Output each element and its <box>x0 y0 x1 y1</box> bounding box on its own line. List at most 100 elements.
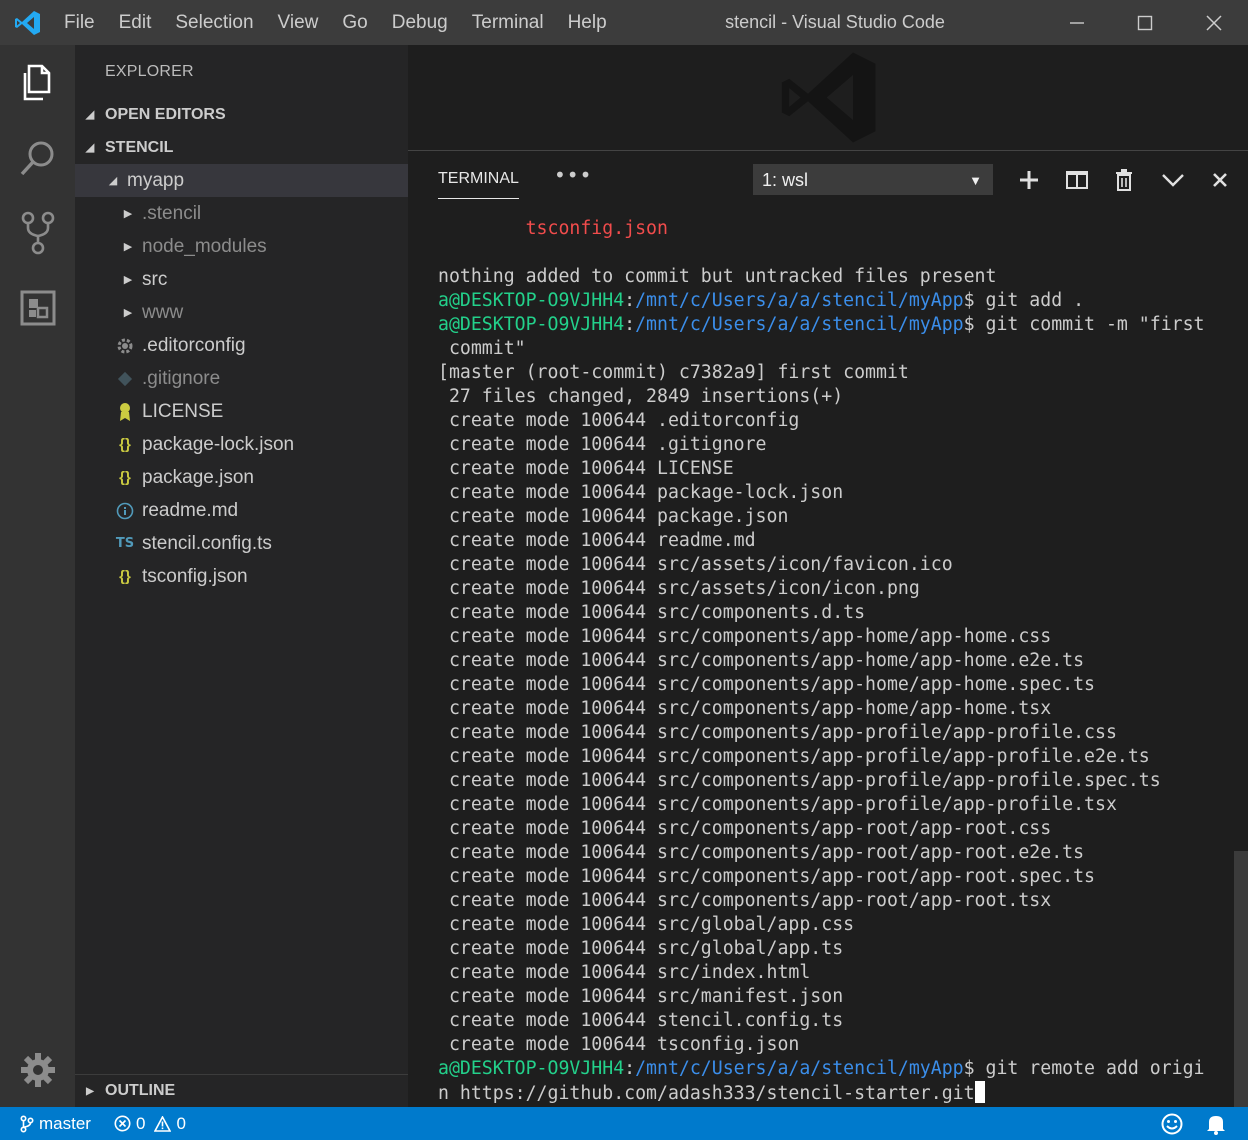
terminal-output[interactable]: tsconfig.json nothing added to commit but… <box>438 217 1228 1107</box>
tree-item-editorconfig[interactable]: .editorconfig <box>75 329 408 362</box>
search-icon <box>20 141 53 175</box>
tree-item-readme[interactable]: readme.md <box>75 494 408 527</box>
tree-item-node-modules[interactable]: ▶ node_modules <box>75 230 408 263</box>
status-bar: master 0 0 <box>0 1107 1248 1140</box>
tree-item-www[interactable]: ▶ www <box>75 296 408 329</box>
terminal-text: create mode 100644 src/components/app-ro… <box>438 818 1052 839</box>
tree-item-tsconfig[interactable]: {} tsconfig.json <box>75 560 408 593</box>
branch-name: master <box>39 1113 91 1133</box>
tree-item-package-lock[interactable]: {} package-lock.json <box>75 428 408 461</box>
prompt-user: a@DESKTOP-O9VJHH4 <box>438 314 625 335</box>
chevron-down-icon: ◢ <box>108 175 118 187</box>
menu-debug[interactable]: Debug <box>380 0 460 45</box>
split-icon <box>1066 170 1088 189</box>
prompt-path: /mnt/c/Users/a/a/stencil/myApp <box>635 314 964 335</box>
notifications-button[interactable] <box>1206 1107 1226 1140</box>
workspace-header[interactable]: ◢ STENCIL <box>75 131 408 164</box>
terminal-line: create mode 100644 src/components/app-ro… <box>438 865 1228 889</box>
split-terminal-button[interactable] <box>1062 164 1092 195</box>
problems-indicator[interactable]: 0 0 <box>114 1107 186 1140</box>
terminal-line: create mode 100644 package.json <box>438 505 1228 529</box>
terminal-scrollbar[interactable] <box>1234 851 1248 1107</box>
terminal-line: create mode 100644 src/components/app-ho… <box>438 673 1228 697</box>
tree-item-stencil-folder[interactable]: ▶ .stencil <box>75 197 408 230</box>
activity-extensions[interactable] <box>0 270 75 345</box>
tab-terminal[interactable]: TERMINAL <box>438 170 519 199</box>
terminal-text: create mode 100644 src/components/app-ho… <box>438 650 1085 671</box>
prompt-user: a@DESKTOP-O9VJHH4 <box>438 290 625 311</box>
title-bar: File Edit Selection View Go Debug Termin… <box>0 0 1248 45</box>
menu-bar: File Edit Selection View Go Debug Termin… <box>52 0 619 45</box>
menu-file[interactable]: File <box>52 0 107 45</box>
menu-edit[interactable]: Edit <box>107 0 164 45</box>
prompt-colon: : <box>624 1058 636 1079</box>
terminal-line: [master (root-commit) c7382a9] first com… <box>438 361 1228 385</box>
terminal-text: n https://github.com/adash333/stencil-st… <box>438 1083 975 1104</box>
tree-item-package-json[interactable]: {} package.json <box>75 461 408 494</box>
activity-search[interactable] <box>0 120 75 195</box>
menu-view[interactable]: View <box>266 0 331 45</box>
terminal-line: create mode 100644 stencil.config.ts <box>438 1009 1228 1033</box>
terminal-text: create mode 100644 src/manifest.json <box>438 986 844 1007</box>
maximize-panel-button[interactable] <box>1158 164 1188 195</box>
terminal-text: create mode 100644 src/components.d.ts <box>438 602 866 623</box>
typescript-icon: TS <box>115 536 135 551</box>
terminal-text: 27 files changed, 2849 insertions(+) <box>438 386 844 407</box>
activity-settings[interactable] <box>0 1032 75 1107</box>
maximize-button[interactable] <box>1111 0 1179 45</box>
tree-item-label: tsconfig.json <box>142 565 248 587</box>
command-text: git commit -m "first <box>974 314 1205 335</box>
tree-item-gitignore[interactable]: .gitignore <box>75 362 408 395</box>
terminal-select[interactable]: 1: wsl ▼ <box>753 164 993 195</box>
vscode-watermark-icon <box>781 52 876 143</box>
terminal-line: create mode 100644 src/index.html <box>438 961 1228 985</box>
chevron-right-icon: ▶ <box>123 307 133 319</box>
feedback-button[interactable] <box>1161 1107 1183 1140</box>
info-icon <box>114 500 136 522</box>
prompt-symbol: $ <box>963 290 975 311</box>
terminal-text: create mode 100644 src/components/app-ro… <box>438 842 1085 863</box>
command-text: git remote add origi <box>974 1058 1205 1079</box>
gear-icon <box>20 1052 55 1087</box>
menu-go[interactable]: Go <box>330 0 379 45</box>
new-terminal-button[interactable] <box>1014 164 1044 195</box>
close-icon <box>1206 14 1222 31</box>
minimize-button[interactable] <box>1043 0 1111 45</box>
tree-item-stencil-config[interactable]: TS stencil.config.ts <box>75 527 408 560</box>
menu-help[interactable]: Help <box>556 0 619 45</box>
more-actions-icon[interactable]: ••• <box>554 163 592 187</box>
tree-item-label: .editorconfig <box>142 334 246 356</box>
terminal-line: nothing added to commit but untracked fi… <box>438 265 1228 289</box>
terminal-text: create mode 100644 src/components/app-ro… <box>438 890 1052 911</box>
error-icon <box>114 1115 131 1132</box>
terminal-text: create mode 100644 tsconfig.json <box>438 1034 800 1055</box>
branch-indicator[interactable]: master <box>20 1107 91 1140</box>
close-panel-button[interactable] <box>1205 164 1235 195</box>
bell-icon <box>1207 1115 1225 1135</box>
extensions-icon <box>20 290 55 325</box>
dropdown-arrow-icon: ▼ <box>969 173 982 188</box>
chevron-right-icon: ▶ <box>123 274 133 286</box>
files-icon <box>23 64 50 100</box>
activity-explorer[interactable] <box>0 45 75 120</box>
git-file-icon <box>114 368 136 390</box>
terminal-line: create mode 100644 LICENSE <box>438 457 1228 481</box>
tree-item-label: package-lock.json <box>142 433 295 455</box>
error-count: 0 <box>136 1113 146 1133</box>
terminal-line: n https://github.com/adash333/stencil-st… <box>438 1081 1228 1105</box>
prompt-path: /mnt/c/Users/a/a/stencil/myApp <box>635 1058 964 1079</box>
terminal-text: nothing added to commit but untracked fi… <box>438 266 997 287</box>
outline-header[interactable]: ▶ OUTLINE <box>75 1074 408 1107</box>
close-window-button[interactable] <box>1180 0 1248 45</box>
kill-terminal-button[interactable] <box>1109 164 1139 195</box>
tree-item-license[interactable]: LICENSE <box>75 395 408 428</box>
menu-terminal[interactable]: Terminal <box>460 0 556 45</box>
open-editors-header[interactable]: ◢ OPEN EDITORS <box>75 98 408 131</box>
tree-item-src[interactable]: ▶ src <box>75 263 408 296</box>
activity-source-control[interactable] <box>0 195 75 270</box>
terminal-text: create mode 100644 stencil.config.ts <box>438 1010 844 1031</box>
terminal-line: 27 files changed, 2849 insertions(+) <box>438 385 1228 409</box>
tree-item-myapp[interactable]: ◢ myapp <box>75 164 408 197</box>
menu-selection[interactable]: Selection <box>163 0 265 45</box>
chevron-right-icon: ▶ <box>123 241 133 253</box>
